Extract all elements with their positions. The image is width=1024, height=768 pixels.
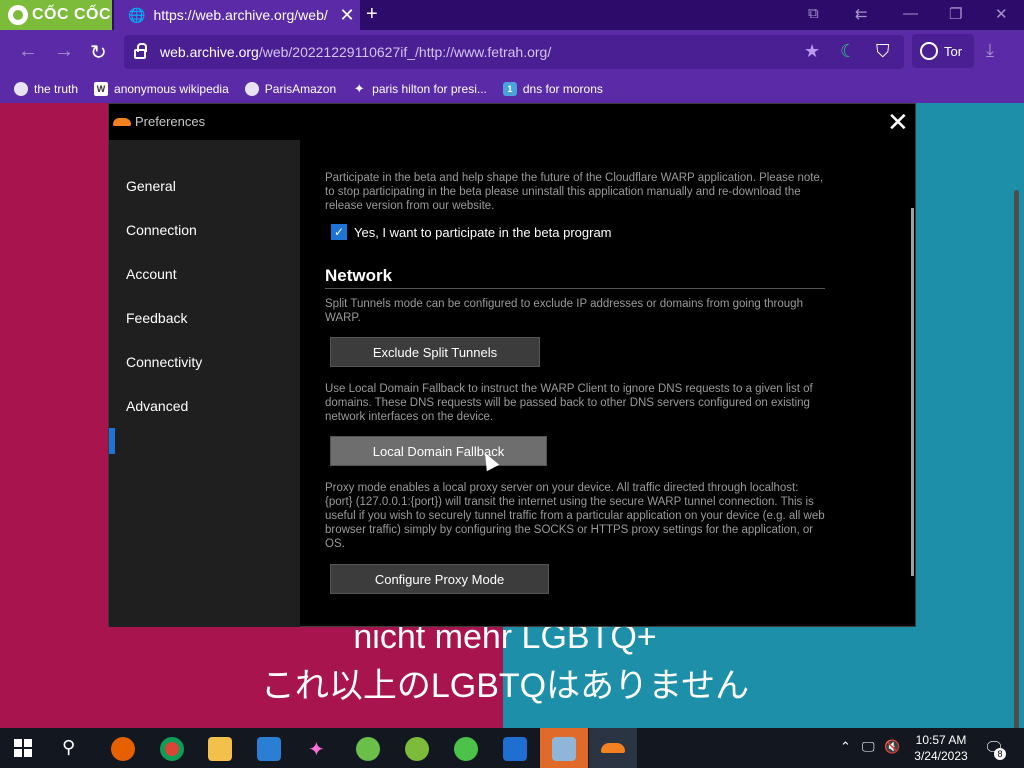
dialog-titlebar: Preferences (113, 114, 205, 129)
sidebar-item-advanced[interactable]: Advanced (126, 398, 188, 414)
sidebar-item-connection[interactable]: Connection (126, 222, 197, 238)
forward-icon[interactable]: → (54, 40, 74, 63)
start-button[interactable] (14, 739, 32, 757)
back-icon[interactable]: ← (18, 40, 38, 63)
globe-icon (244, 82, 259, 96)
sparkle-app-icon[interactable]: ✦ (308, 737, 332, 761)
download-icon[interactable]: ⤓ (986, 40, 994, 61)
shield-icon[interactable]: ⛉ (876, 41, 890, 62)
page-scrollbar[interactable] (1014, 190, 1019, 730)
clock-time: 10:57 AM (915, 733, 967, 747)
bookmark-item[interactable]: 1 dns for morons (502, 82, 603, 96)
reload-icon[interactable]: ↻ (90, 40, 107, 65)
tab-title: https://web.archive.org/web/ (153, 7, 328, 23)
green-app-icon[interactable] (454, 737, 478, 761)
dialog-scrollbar[interactable] (911, 208, 914, 576)
sparkle-icon: ✦ (353, 81, 365, 96)
tor-button[interactable]: Tor (912, 34, 974, 68)
app-icon: 1 (502, 82, 517, 96)
bookmark-item[interactable]: ✦ paris hilton for presi... (352, 81, 487, 97)
new-tab-icon[interactable]: + (366, 3, 378, 26)
restore-icon[interactable]: ❐ (949, 5, 962, 23)
minimize-icon[interactable]: — (903, 5, 918, 22)
split-tunnels-description: Split Tunnels mode can be configured to … (325, 298, 803, 324)
system-settings-icon (552, 737, 576, 761)
word-icon[interactable] (503, 737, 527, 761)
bookmark-item[interactable]: W anonymous wikipedia (94, 82, 229, 96)
bookmark-item[interactable]: ParisAmazon (244, 82, 336, 96)
tab-bar: CỐC CỐC 🌐 https://web.archive.org/web/ ✕… (0, 0, 1024, 30)
beta-description: Participate in the beta and help shape t… (325, 172, 824, 212)
exclude-split-tunnels-button[interactable]: Exclude Split Tunnels (330, 337, 540, 367)
notification-count-badge: 8 (994, 748, 1006, 760)
sidebar-item-general[interactable]: General (126, 178, 176, 194)
network-icon[interactable]: 🖵 (862, 739, 875, 755)
chrome-icon[interactable] (160, 737, 184, 761)
network-heading: Network (325, 266, 825, 289)
local-domain-fallback-description: Use Local Domain Fallback to instruct th… (325, 383, 813, 423)
wikipedia-icon: W (94, 82, 109, 96)
preferences-sidebar: General Connection Account Feedback Conn… (109, 140, 300, 627)
bookmarks-bar: the truth W anonymous wikipedia ParisAma… (0, 75, 1024, 103)
active-item-indicator (109, 428, 115, 454)
preferences-dialog: Preferences ✕ General Connection Account… (108, 103, 916, 627)
screenshot-icon[interactable]: ⧉ (808, 5, 819, 22)
url-text[interactable]: web.archive.org/web/20221229110627if_/ht… (160, 44, 551, 60)
close-window-icon[interactable]: ✕ (995, 5, 1008, 23)
beta-checkbox[interactable]: ✓ (331, 224, 347, 240)
local-domain-fallback-button[interactable]: Local Domain Fallback (330, 436, 547, 466)
chevron-up-icon[interactable]: ⌃ (840, 739, 851, 755)
dialog-title: Preferences (135, 114, 206, 129)
clock-date: 3/24/2023 (914, 749, 968, 763)
sidebar-item-connectivity[interactable]: Connectivity (126, 354, 202, 370)
page-caption-japanese: これ以上のLGBTQはありません (260, 667, 750, 705)
close-tab-icon[interactable]: ✕ (339, 5, 354, 26)
lock-icon (134, 43, 147, 59)
control-panel-icon[interactable] (257, 737, 281, 761)
taskbar-clock[interactable]: 10:57 AM 3/24/2023 (906, 732, 976, 764)
cloudflare-warp-icon (601, 743, 625, 753)
brand-name: CỐC CỐC (32, 6, 112, 23)
coccoc-browser-icon[interactable] (405, 737, 429, 761)
configure-proxy-mode-button[interactable]: Configure Proxy Mode (330, 564, 549, 594)
firefox-icon[interactable] (111, 737, 135, 761)
tab-web-archive[interactable]: 🌐 https://web.archive.org/web/ ✕ (114, 0, 360, 30)
browser-toolbar: ← → ↻ web.archive.org/web/20221229110627… (0, 30, 1024, 75)
globe-icon: 🌐 (128, 6, 146, 23)
close-dialog-icon[interactable]: ✕ (887, 108, 909, 136)
volume-muted-icon[interactable]: 🔇 (884, 739, 900, 755)
dark-mode-icon[interactable]: ☾ (840, 41, 856, 62)
ccleaner-icon[interactable] (356, 737, 380, 761)
taskbar-cloudflare-app[interactable] (589, 728, 637, 768)
tab-back-icon[interactable]: ⇇ (855, 5, 868, 23)
sidebar-item-feedback[interactable]: Feedback (126, 310, 187, 326)
coccoc-brand[interactable]: CỐC CỐC (0, 0, 112, 30)
bookmark-star-icon[interactable]: ★ (804, 41, 820, 62)
sidebar-item-account[interactable]: Account (126, 266, 177, 282)
globe-icon (14, 82, 28, 96)
address-bar[interactable]: web.archive.org/web/20221229110627if_/ht… (124, 35, 904, 69)
windows-taskbar: ⚲ ✦ ⌃ 🖵 🔇 10:57 AM 3/24/2023 🗨 8 (0, 728, 1024, 768)
tor-globe-icon (920, 42, 938, 60)
file-explorer-icon[interactable] (208, 737, 232, 761)
proxy-mode-description: Proxy mode enables a local proxy server … (325, 482, 825, 550)
search-icon[interactable]: ⚲ (62, 737, 86, 761)
coccoc-logo-icon (8, 5, 28, 25)
beta-checkbox-label[interactable]: Yes, I want to participate in the beta p… (354, 225, 612, 240)
cloudflare-icon (113, 117, 131, 126)
taskbar-active-app[interactable] (540, 728, 588, 768)
bookmark-item[interactable]: the truth (14, 82, 78, 96)
beta-checkbox-row[interactable]: ✓ Yes, I want to participate in the beta… (331, 224, 612, 240)
tor-label: Tor (944, 43, 963, 59)
